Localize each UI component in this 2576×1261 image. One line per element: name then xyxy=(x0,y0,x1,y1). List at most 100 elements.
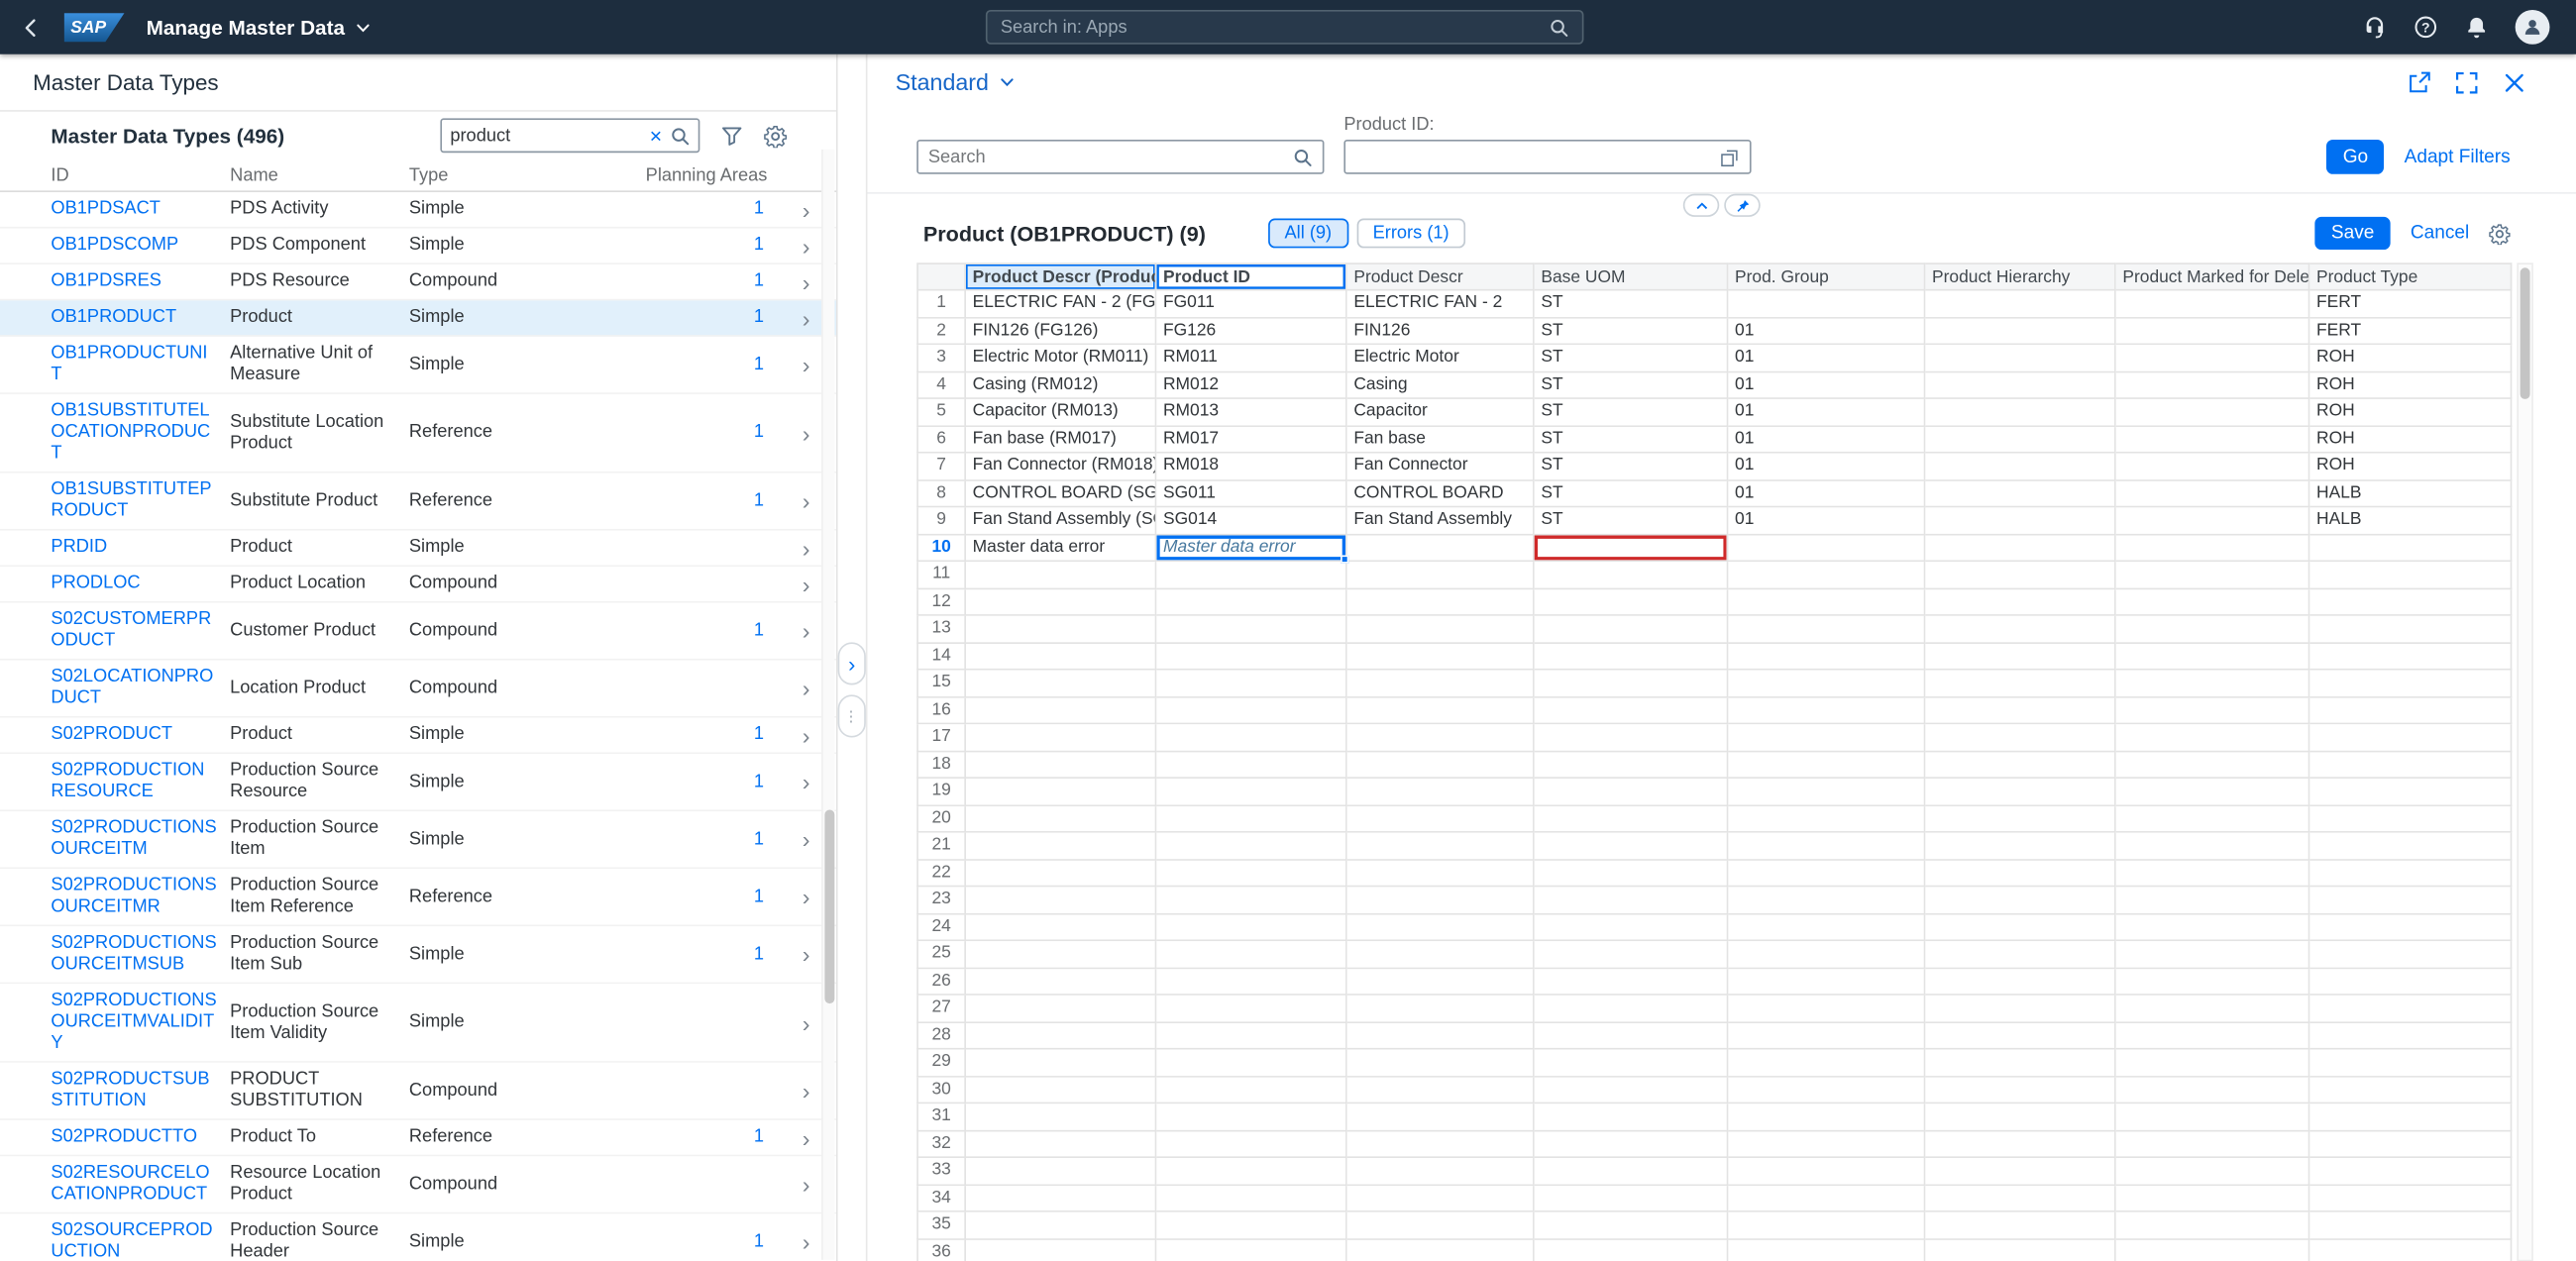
column-header-type[interactable]: Type xyxy=(409,165,557,185)
grid-cell[interactable] xyxy=(1534,1185,1729,1212)
item-id-link[interactable]: S02LOCATIONPRODUCT xyxy=(51,667,230,709)
grid-cell[interactable]: HALB xyxy=(2309,507,2513,535)
grid-cell[interactable]: 01 xyxy=(1728,398,1926,427)
row-number[interactable]: 1 xyxy=(916,290,966,318)
chevron-right-icon[interactable]: › xyxy=(767,828,810,851)
grid-cell[interactable] xyxy=(1728,887,1926,914)
grid-cell[interactable] xyxy=(2115,1239,2310,1261)
chevron-right-icon[interactable]: › xyxy=(767,1230,810,1253)
grid-cell[interactable] xyxy=(965,643,1157,671)
column-header[interactable]: Product Descr (Product ID) xyxy=(965,263,1157,291)
grid-cell[interactable] xyxy=(1925,534,2116,563)
grid-cell[interactable] xyxy=(1346,778,1535,806)
export-icon[interactable] xyxy=(2407,69,2431,94)
grid-cell[interactable] xyxy=(965,588,1157,616)
row-number[interactable]: 30 xyxy=(916,1076,966,1104)
settings-icon[interactable] xyxy=(764,124,788,148)
grid-cell[interactable]: FIN126 (FG126) xyxy=(965,317,1157,346)
grid-cell[interactable] xyxy=(1346,1130,1535,1159)
grid-cell[interactable]: RM013 xyxy=(1156,398,1347,427)
grid-cell[interactable] xyxy=(965,1211,1157,1240)
grid-cell[interactable] xyxy=(2309,887,2513,914)
grid-cell[interactable] xyxy=(965,562,1157,589)
grid-cell[interactable]: Casing xyxy=(1346,371,1535,399)
grid-cell[interactable]: ROH xyxy=(2309,453,2513,481)
save-button[interactable]: Save xyxy=(2314,216,2391,251)
list-item[interactable]: S02RESOURCELOCATIONPRODUCT Resource Locat… xyxy=(0,1156,837,1214)
grid-cell[interactable]: 01 xyxy=(1728,371,1926,399)
grid-cell[interactable] xyxy=(1728,1211,1926,1240)
grid-cell[interactable] xyxy=(1156,860,1347,888)
planning-areas-link[interactable]: 1 xyxy=(557,1126,767,1148)
row-number[interactable]: 8 xyxy=(916,480,966,508)
grid-cell[interactable] xyxy=(2309,1185,2513,1212)
row-number[interactable]: 3 xyxy=(916,345,966,372)
grid-cell[interactable] xyxy=(2309,1103,2513,1131)
grid-cell[interactable] xyxy=(2115,371,2310,399)
grid-cell[interactable] xyxy=(2309,913,2513,942)
grid-cell[interactable] xyxy=(1534,1076,1729,1104)
grid-cell[interactable]: Fan Stand Assembly xyxy=(1346,507,1535,535)
grid-cell[interactable]: CONTROL BOARD xyxy=(1346,480,1535,508)
grid-cell[interactable]: RM017 xyxy=(1156,426,1347,454)
grid-cell[interactable] xyxy=(1346,724,1535,752)
grid-cell[interactable] xyxy=(1925,480,2116,508)
support-icon[interactable] xyxy=(2362,15,2387,40)
list-item[interactable]: S02PRODUCTTO Product To Reference 1 › xyxy=(0,1119,837,1157)
row-number[interactable]: 23 xyxy=(916,887,966,914)
chevron-right-icon[interactable]: › xyxy=(767,573,810,595)
table-settings-icon[interactable] xyxy=(2489,223,2511,245)
grid-cell[interactable] xyxy=(2309,805,2513,833)
grid-cell[interactable] xyxy=(2115,1185,2310,1212)
grid-cell[interactable] xyxy=(2115,480,2310,508)
row-number[interactable]: 6 xyxy=(916,426,966,454)
grid-cell[interactable] xyxy=(1728,1103,1926,1131)
grid-cell[interactable] xyxy=(965,751,1157,779)
grid-cell[interactable] xyxy=(2309,941,2513,969)
chevron-right-icon[interactable]: › xyxy=(767,1079,810,1102)
grid-cell[interactable] xyxy=(1925,1239,2116,1261)
grid-cell[interactable] xyxy=(1156,643,1347,671)
grid-cell[interactable] xyxy=(1728,1076,1926,1104)
grid-cell[interactable]: ROH xyxy=(2309,398,2513,427)
scrollbar-thumb[interactable] xyxy=(823,809,834,1004)
row-number[interactable]: 13 xyxy=(916,615,966,644)
grid-cell[interactable] xyxy=(1925,696,2116,725)
grid-cell[interactable]: 01 xyxy=(1728,453,1926,481)
list-item[interactable]: S02PRODUCTIONSOURCEITMR Production Source… xyxy=(0,869,837,927)
row-number[interactable]: 21 xyxy=(916,832,966,861)
item-id-link[interactable]: S02PRODUCTIONSOURCEITMR xyxy=(51,876,230,918)
list-item[interactable]: OB1PRODUCTUNIT Alternative Unit of Measur… xyxy=(0,336,837,394)
row-number[interactable]: 17 xyxy=(916,724,966,752)
row-number[interactable]: 20 xyxy=(916,805,966,833)
row-number[interactable]: 10 xyxy=(916,534,966,563)
grid-cell[interactable] xyxy=(1925,643,2116,671)
grid-cell[interactable]: ST xyxy=(1534,480,1729,508)
grid-cell[interactable]: Fan base xyxy=(1346,426,1535,454)
grid-cell[interactable] xyxy=(1534,643,1729,671)
search-icon[interactable] xyxy=(671,126,691,146)
grid-cell[interactable] xyxy=(965,1185,1157,1212)
grid-cell[interactable] xyxy=(1925,1211,2116,1240)
grid-cell[interactable] xyxy=(965,968,1157,996)
grid-cell[interactable] xyxy=(1534,1158,1729,1186)
grid-cell[interactable] xyxy=(1156,968,1347,996)
grid-cell[interactable] xyxy=(1728,805,1926,833)
grid-cell[interactable] xyxy=(1728,670,1926,697)
product-id-input[interactable] xyxy=(1354,147,1712,167)
item-id-link[interactable]: S02SOURCEPRODUCTION xyxy=(51,1220,230,1261)
row-number[interactable]: 2 xyxy=(916,317,966,346)
grid-cell[interactable] xyxy=(1534,615,1729,644)
list-item[interactable]: S02PRODUCTIONSOURCEITMSUB Production Sour… xyxy=(0,926,837,985)
chevron-right-icon[interactable]: › xyxy=(767,1126,810,1149)
grid-cell[interactable]: Fan base (RM017) xyxy=(965,426,1157,454)
grid-cell[interactable] xyxy=(1925,913,2116,942)
grid-cell[interactable] xyxy=(2115,615,2310,644)
grid-cell[interactable] xyxy=(1534,562,1729,589)
grid-cell[interactable] xyxy=(2309,615,2513,644)
planning-areas-link[interactable]: 1 xyxy=(557,724,767,746)
row-number[interactable]: 7 xyxy=(916,453,966,481)
grid-cell[interactable] xyxy=(965,887,1157,914)
grid-cell[interactable] xyxy=(1346,860,1535,888)
tab-errors[interactable]: Errors (1) xyxy=(1356,218,1466,249)
